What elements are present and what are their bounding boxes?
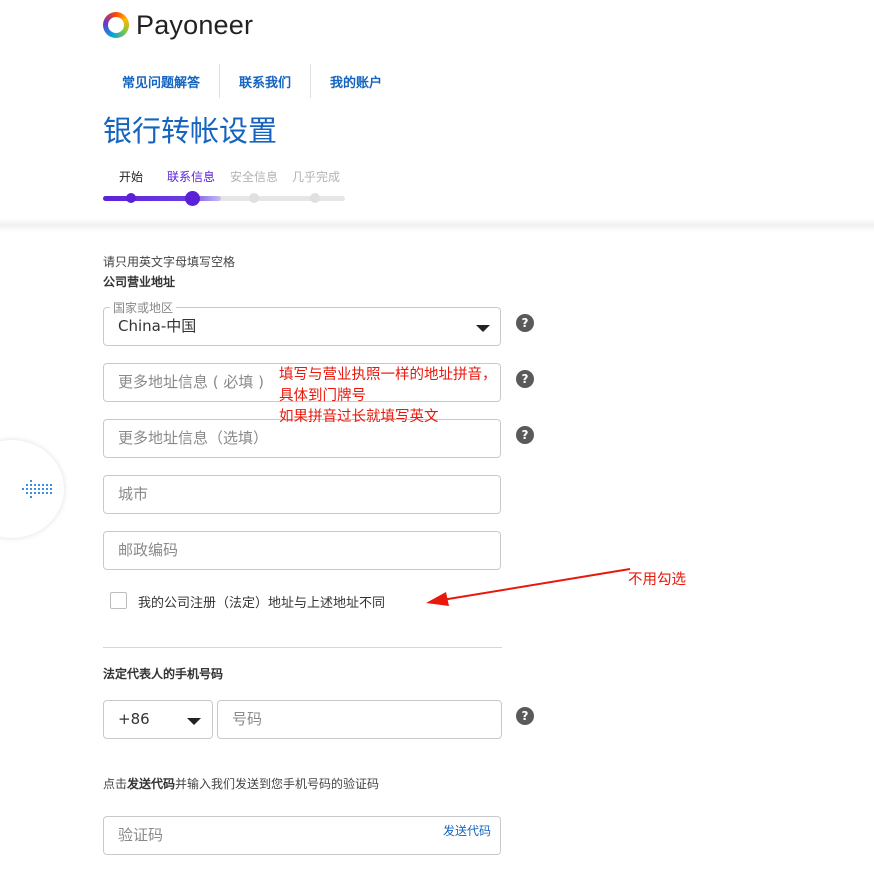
payoneer-ring-icon <box>103 12 129 38</box>
phone-number-field[interactable] <box>217 700 502 739</box>
dotted-arrow-icon <box>22 480 52 498</box>
progress-fill <box>103 196 221 201</box>
postal-code-input[interactable] <box>118 532 478 569</box>
annotation-checkbox-note: 不用勾选 <box>628 572 686 588</box>
city-field[interactable] <box>103 475 501 514</box>
side-help-tab[interactable] <box>0 440 64 538</box>
annotation-address-line1: 填写与营业执照一样的地址拼音， <box>279 367 497 383</box>
city-input[interactable] <box>118 476 478 513</box>
step-contact-info: 联系信息 <box>167 170 216 184</box>
hint-bold: 发送代码 <box>127 777 176 791</box>
step-almost-done: 几乎完成 <box>292 170 341 184</box>
step-dot-almost-done <box>310 193 320 203</box>
different-address-label[interactable]: 我的公司注册（法定）地址与上述地址不同 <box>138 592 385 611</box>
step-dot-start <box>126 193 136 203</box>
help-icon[interactable]: ? <box>516 426 534 444</box>
country-select[interactable]: 国家或地区 China-中国 <box>103 299 501 346</box>
business-address-heading: 公司营业地址 <box>103 275 176 289</box>
phone-number-input[interactable] <box>232 701 482 738</box>
verification-code-field[interactable]: 发送代码 <box>103 816 501 855</box>
step-start: 开始 <box>119 170 144 184</box>
chevron-down-icon <box>476 325 490 332</box>
step-dot-security-info <box>249 193 259 203</box>
page-title: 银行转帐设置 <box>103 114 278 148</box>
help-icon[interactable]: ? <box>516 707 534 725</box>
legal-rep-phone-heading: 法定代表人的手机号码 <box>103 667 224 681</box>
annotation-address-line3: 如果拼音过长就填写英文 <box>279 409 439 425</box>
help-icon[interactable]: ? <box>516 370 534 388</box>
nav-faq[interactable]: 常见问题解答 <box>103 64 221 98</box>
send-code-button[interactable]: 发送代码 <box>443 822 491 839</box>
annotation-arrow <box>426 568 631 606</box>
phone-country-code-select[interactable]: +86 <box>103 700 213 739</box>
help-icon[interactable]: ? <box>516 314 534 332</box>
header-separator <box>0 218 874 232</box>
nav-my-account[interactable]: 我的账户 <box>311 64 401 98</box>
verification-code-input[interactable] <box>118 817 418 854</box>
chevron-down-icon <box>187 718 201 725</box>
logo-text: Payoneer <box>136 9 254 40</box>
hint-prefix: 点击 <box>103 777 128 791</box>
annotation-address-line2: 具体到门牌号 <box>279 388 366 404</box>
top-nav: 常见问题解答 联系我们 我的账户 <box>103 64 401 98</box>
country-value: China-中国 <box>118 317 197 335</box>
step-security-info: 安全信息 <box>230 170 279 184</box>
nav-contact-us[interactable]: 联系我们 <box>220 64 312 98</box>
phone-country-code-value: +86 <box>118 710 150 728</box>
step-dot-contact-info <box>185 191 200 206</box>
english-only-note: 请只用英文字母填写空格 <box>103 255 236 269</box>
send-code-hint: 点击发送代码并输入我们发送到您手机号码的验证码 <box>103 775 379 792</box>
hint-suffix: 并输入我们发送到您手机号码的验证码 <box>175 777 380 791</box>
section-divider <box>103 647 502 648</box>
different-address-checkbox[interactable] <box>110 592 127 609</box>
payoneer-logo[interactable]: Payoneer <box>103 8 253 42</box>
